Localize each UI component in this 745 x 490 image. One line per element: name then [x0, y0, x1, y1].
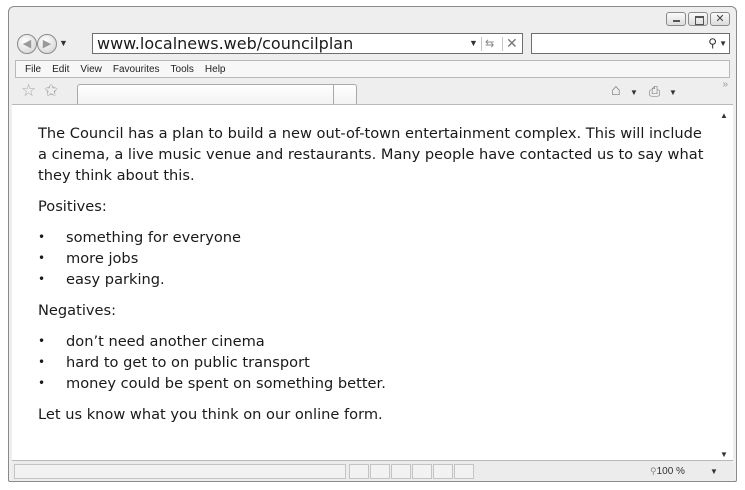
- list-item: something for everyone: [38, 227, 708, 248]
- zoom-control[interactable]: ⚲100 %: [650, 466, 685, 477]
- minimize-button[interactable]: [666, 12, 686, 26]
- forward-arrow-icon[interactable]: ▶: [37, 34, 57, 54]
- menu-bar: File Edit View Favourites Tools Help: [15, 60, 730, 78]
- list-item: more jobs: [38, 248, 708, 269]
- closing-paragraph: Let us know what you think on our online…: [38, 406, 383, 423]
- print-dropdown-icon[interactable]: ▼: [669, 88, 677, 97]
- status-cell: [454, 464, 474, 479]
- positives-heading: Positives:: [38, 198, 107, 215]
- zoom-icon: ⚲: [650, 466, 657, 476]
- home-icon[interactable]: ⌂: [611, 82, 621, 100]
- refresh-icon[interactable]: ⇆: [485, 37, 494, 50]
- list-item: money could be spent on something better…: [38, 373, 708, 394]
- list-item: don’t need another cinema: [38, 331, 708, 352]
- back-arrow-icon[interactable]: ◀: [17, 34, 37, 54]
- chevron-more-icon[interactable]: »: [722, 79, 728, 90]
- address-dropdown-icon[interactable]: ▼: [469, 38, 478, 48]
- menu-file[interactable]: File: [25, 64, 41, 75]
- print-icon[interactable]: ⎙: [649, 83, 660, 100]
- star-icon[interactable]: ☆: [21, 81, 36, 101]
- status-cell: [391, 464, 411, 479]
- positives-list: something for everyone more jobs easy pa…: [38, 227, 708, 290]
- address-text[interactable]: www.localnews.web/councilplan: [97, 34, 353, 54]
- browser-window: ✕ ◀ ▶ ▼ www.localnews.web/councilplan ▼ …: [8, 6, 737, 482]
- negatives-list: don’t need another cinema hard to get to…: [38, 331, 708, 394]
- menu-tools[interactable]: Tools: [171, 64, 194, 75]
- stop-icon[interactable]: ✕: [506, 35, 518, 52]
- article: The Council has a plan to build a new ou…: [38, 123, 708, 435]
- add-favourite-icon[interactable]: ✩: [44, 81, 58, 101]
- favourites-bar: ☆ ✩ ⌂ ▼ ⎙ ▼ »: [15, 79, 730, 104]
- home-dropdown-icon[interactable]: ▼: [630, 88, 638, 97]
- navigation-bar: ◀ ▶ ▼ www.localnews.web/councilplan ▼ ⇆ …: [15, 32, 730, 56]
- status-text-area: [14, 464, 346, 479]
- scroll-up-icon[interactable]: ▲: [720, 111, 728, 120]
- search-input[interactable]: ⚲ ▼: [531, 33, 730, 54]
- list-item: easy parking.: [38, 269, 708, 290]
- intro-paragraph: The Council has a plan to build a new ou…: [38, 125, 704, 184]
- menu-view[interactable]: View: [80, 64, 102, 75]
- page-content: The Council has a plan to build a new ou…: [12, 104, 733, 461]
- menu-help[interactable]: Help: [205, 64, 226, 75]
- address-bar[interactable]: www.localnews.web/councilplan ▼ ⇆ ✕: [92, 33, 523, 54]
- tab-divider: [77, 84, 334, 104]
- status-cell: [412, 464, 432, 479]
- scroll-down-icon[interactable]: ▼: [720, 450, 728, 459]
- zoom-dropdown-icon[interactable]: ▼: [710, 467, 718, 476]
- negatives-heading: Negatives:: [38, 302, 117, 319]
- window-controls: ✕: [666, 12, 730, 26]
- status-cell: [370, 464, 390, 479]
- search-icon[interactable]: ⚲: [708, 36, 717, 50]
- menu-favourites[interactable]: Favourites: [113, 64, 160, 75]
- list-item: hard to get to on public transport: [38, 352, 708, 373]
- vertical-scrollbar[interactable]: ▲ ▼: [715, 105, 733, 461]
- zoom-level: 100 %: [656, 466, 685, 477]
- close-button[interactable]: ✕: [710, 12, 730, 26]
- status-cell: [349, 464, 369, 479]
- status-cell: [433, 464, 453, 479]
- menu-edit[interactable]: Edit: [52, 64, 69, 75]
- history-dropdown-icon[interactable]: ▼: [59, 38, 68, 48]
- address-divider: [481, 37, 482, 51]
- search-dropdown-icon[interactable]: ▼: [719, 39, 727, 48]
- address-divider: [502, 37, 503, 51]
- status-bar: ⚲100 % ▼: [12, 460, 733, 480]
- maximize-button[interactable]: [688, 12, 708, 26]
